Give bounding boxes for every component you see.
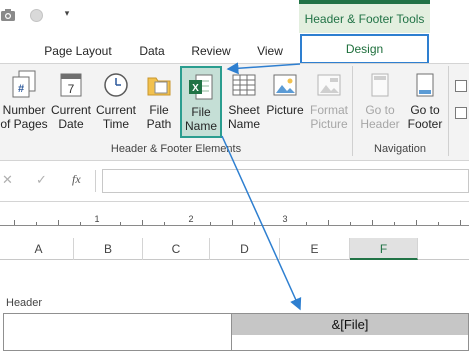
ruler-tick <box>164 222 165 225</box>
current-time-label-1: Current <box>95 103 136 117</box>
clock-icon <box>104 73 128 97</box>
column-header-d[interactable]: D <box>210 238 280 260</box>
header-area-label: Header <box>6 297 43 309</box>
ruler-mark-2: 2 <box>188 214 194 224</box>
go-to-footer-button[interactable]: Go to Footer <box>403 66 447 140</box>
tab-review[interactable]: Review <box>186 40 236 62</box>
sheet-name-button[interactable]: Sheet Name <box>224 66 264 140</box>
insert-function-icon[interactable]: fx <box>72 172 88 188</box>
ruler-tick <box>210 222 211 225</box>
group-label-navigation: Navigation <box>374 143 426 155</box>
ruler-mark-1: 1 <box>94 214 100 224</box>
folder-icon <box>147 77 171 96</box>
svg-text:X: X <box>192 83 199 94</box>
column-header-a[interactable]: A <box>4 238 74 260</box>
ruler-tick <box>14 220 15 225</box>
ruler-tick <box>372 220 373 225</box>
header-left-section[interactable] <box>3 313 231 351</box>
file-name-button[interactable]: X File Name <box>180 66 222 138</box>
picture-button[interactable]: Picture <box>264 66 306 140</box>
header-center-code[interactable]: &[File] <box>232 314 468 335</box>
ruler-mark-3: 3 <box>282 214 288 224</box>
ruler-tick <box>394 222 395 225</box>
excel-file-icon: X <box>189 74 213 100</box>
svg-text:7: 7 <box>68 82 75 96</box>
ruler-tick <box>306 222 307 225</box>
formula-bar-divider <box>95 170 96 192</box>
file-path-button[interactable]: File Path <box>139 66 179 140</box>
ruler-tick <box>438 222 439 225</box>
ruler-tick <box>460 220 461 225</box>
cancel-icon[interactable]: ✕ <box>2 172 14 188</box>
column-header-b[interactable]: B <box>74 238 143 260</box>
go-to-header-label-2: Header <box>360 117 400 131</box>
format-picture-label-2: Picture <box>310 117 348 131</box>
ruler-tick <box>80 222 81 225</box>
format-picture-label-1: Format <box>309 103 348 117</box>
sheet-grid-icon <box>232 74 256 96</box>
calendar-icon: 7 <box>60 73 82 97</box>
ruler-tick <box>350 222 351 225</box>
ruler-tick <box>232 220 233 225</box>
picture-label: Picture <box>266 103 304 117</box>
number-of-pages-label-1: Number <box>2 103 46 117</box>
formula-input[interactable] <box>102 169 469 193</box>
column-header-c[interactable]: C <box>143 238 210 260</box>
sheet-name-label-1: Sheet <box>228 103 260 117</box>
column-header-next[interactable] <box>418 238 469 260</box>
file-path-label-1: File <box>149 103 169 117</box>
go-to-footer-label-2: Footer <box>407 117 443 131</box>
ruler-baseline <box>0 225 469 226</box>
option-checkbox[interactable] <box>455 80 467 92</box>
enter-icon[interactable]: ✓ <box>36 172 50 188</box>
go-to-header-label-1: Go to <box>365 103 395 117</box>
option-checkbox[interactable] <box>455 107 467 119</box>
tab-design[interactable]: Design <box>300 34 429 64</box>
go-to-header-button[interactable]: Go to Header <box>357 66 403 140</box>
column-header-f[interactable]: F <box>350 238 418 260</box>
contextual-tab-header: Header & Footer Tools <box>299 0 430 33</box>
file-path-label-2: Path <box>146 117 172 131</box>
current-time-label-2: Time <box>102 117 130 131</box>
ruler-tick <box>328 220 329 225</box>
sheet-name-label-2: Name <box>227 117 260 131</box>
ruler-tick <box>36 222 37 225</box>
group-label-header-footer-elements: Header & Footer Elements <box>110 143 242 155</box>
touch-mode-icon[interactable] <box>30 9 43 22</box>
current-time-button[interactable]: Current Time <box>93 66 139 140</box>
go-to-footer-icon <box>416 73 434 97</box>
ruler-tick <box>142 220 143 225</box>
number-of-pages-label-2: of Pages <box>0 117 48 131</box>
svg-text:#: # <box>18 83 24 95</box>
go-to-header-icon <box>371 73 389 97</box>
ruler-tick <box>254 222 255 225</box>
tab-page-layout[interactable]: Page Layout <box>40 40 116 62</box>
go-to-footer-label-1: Go to <box>410 103 440 117</box>
current-date-label-2: Date <box>58 117 84 131</box>
current-date-button[interactable]: 7 Current Date <box>49 66 93 140</box>
format-picture-button[interactable]: Format Picture <box>306 66 352 140</box>
number-of-pages-button[interactable]: # Number of Pages <box>0 66 48 140</box>
ruler-tick <box>58 220 59 225</box>
file-name-label-2: Name <box>184 119 217 133</box>
tab-data[interactable]: Data <box>132 40 172 62</box>
picture-icon <box>273 74 297 96</box>
group-separator <box>448 66 449 156</box>
camera-icon[interactable] <box>0 8 16 22</box>
format-picture-icon <box>317 74 341 96</box>
customize-toolbar-icon[interactable]: ▾ <box>62 8 72 22</box>
ruler-tick <box>120 222 121 225</box>
number-of-pages-icon: # <box>12 70 36 98</box>
tab-view[interactable]: View <box>252 40 288 62</box>
file-name-label-1: File <box>191 105 211 119</box>
ruler-tick <box>416 220 417 225</box>
current-date-label-1: Current <box>50 103 91 117</box>
column-header-e[interactable]: E <box>280 238 350 260</box>
